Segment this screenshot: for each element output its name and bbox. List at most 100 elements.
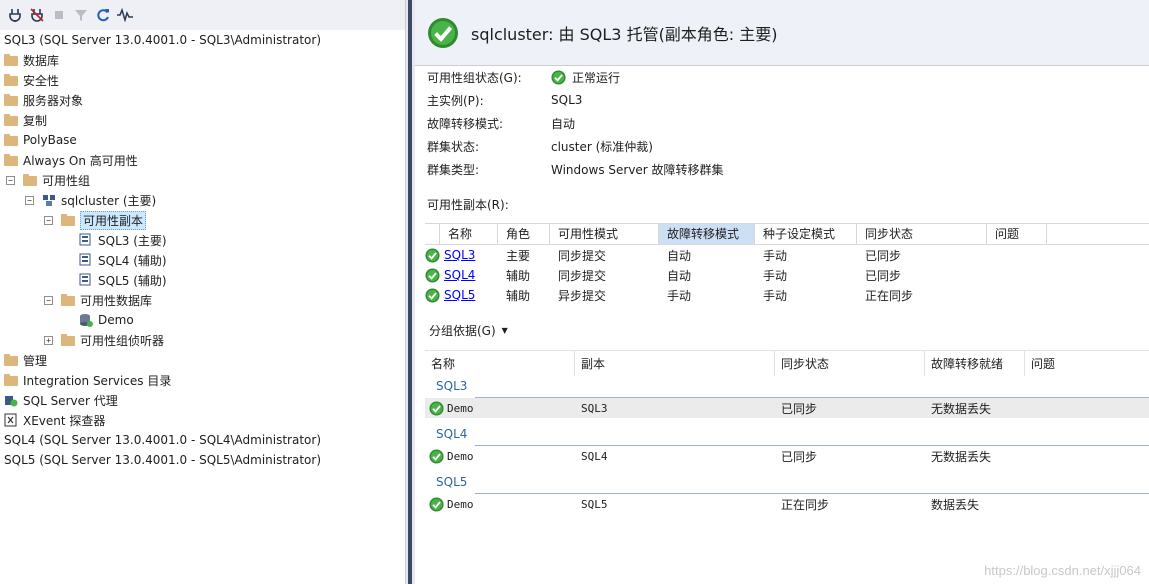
folder-icon <box>61 333 75 347</box>
folder-icon <box>4 373 18 387</box>
collapse-toggle[interactable]: − <box>6 175 15 185</box>
filter-icon[interactable] <box>72 6 90 24</box>
tree-item-listeners[interactable]: + 可用性组侦听器 <box>0 330 405 350</box>
group-label: SQL3 <box>436 379 472 393</box>
replicas-label: 可用性副本(R): <box>427 198 509 212</box>
cell: 自动 <box>667 268 692 283</box>
tree-item-db-demo[interactable]: Demo <box>0 310 405 330</box>
tree-server-sql3[interactable]: SQL3 (SQL Server 13.0.4001.0 - SQL3\Admi… <box>0 30 405 50</box>
group-label: SQL5 <box>436 475 472 489</box>
ok-icon <box>429 449 444 464</box>
ok-icon <box>429 497 444 512</box>
activity-monitor-icon[interactable] <box>116 6 134 24</box>
tree-item-ag-folder[interactable]: − 可用性组 <box>0 170 405 190</box>
tree-item-databases[interactable]: 数据库 <box>0 50 405 70</box>
database-row[interactable]: Demo SQL4 已同步 无数据丢失 <box>425 446 1149 466</box>
cell: 异步提交 <box>558 288 607 303</box>
object-explorer-toolbar <box>0 0 405 30</box>
prop-value: 正常运行 <box>572 70 621 85</box>
ok-icon <box>425 288 440 303</box>
tree-label: Demo <box>98 313 134 327</box>
disconnect-icon[interactable] <box>28 6 46 24</box>
tree-label: PolyBase <box>23 133 77 147</box>
connect-icon[interactable] <box>6 6 24 24</box>
tree-item-always-on[interactable]: Always On 高可用性 <box>0 150 405 170</box>
group-by-dropdown[interactable]: 分组依据(G) ▼ <box>429 322 508 339</box>
tree-item-replicas-folder[interactable]: − 可用性副本 <box>0 210 405 230</box>
replica-link[interactable]: SQL5 <box>440 288 498 302</box>
tree-item-db-folder[interactable]: − 可用性数据库 <box>0 290 405 310</box>
replica-row[interactable]: SQL4 辅助 同步提交 自动 手动 已同步 <box>425 265 1149 285</box>
tree-label: Always On 高可用性 <box>23 153 138 168</box>
prop-ag-state: 可用性组状态(G): 正常运行 <box>427 67 620 87</box>
col-header-replica[interactable]: 副本 <box>575 351 775 376</box>
tree-item-replica-sql5[interactable]: SQL5 (辅助) <box>0 270 405 290</box>
tree-item-ag[interactable]: − sqlcluster (主要) <box>0 190 405 210</box>
col-header-name[interactable]: 名称 <box>425 351 575 376</box>
collapse-toggle[interactable]: − <box>25 195 34 205</box>
ok-icon <box>425 248 440 263</box>
tree-item-replica-sql3[interactable]: SQL3 (主要) <box>0 230 405 250</box>
cell: 手动 <box>667 288 692 303</box>
database-row[interactable]: Demo SQL3 已同步 无数据丢失 <box>425 398 1149 418</box>
tree-label: 服务器对象 <box>23 93 84 108</box>
collapse-toggle[interactable]: − <box>44 215 53 225</box>
tree-server-sql5[interactable]: SQL5 (SQL Server 13.0.4001.0 - SQL5\Admi… <box>0 450 405 470</box>
tree-item-security[interactable]: 安全性 <box>0 70 405 90</box>
expand-toggle[interactable]: + <box>44 335 53 345</box>
folder-icon <box>4 113 18 127</box>
cell: SQL4 <box>581 449 608 463</box>
tree-item-server-objects[interactable]: 服务器对象 <box>0 90 405 110</box>
group-header-sql4[interactable]: SQL4 <box>425 424 1149 446</box>
cell: 已同步 <box>865 248 902 263</box>
tree-label: SQL4 (辅助) <box>98 253 167 268</box>
refresh-icon[interactable] <box>94 6 112 24</box>
prop-primary-instance: 主实例(P): SQL3 <box>427 90 582 110</box>
database-icon <box>79 313 93 327</box>
tree-item-replica-sql4[interactable]: SQL4 (辅助) <box>0 250 405 270</box>
tree-label-selected: 可用性副本 <box>80 210 147 230</box>
cell: 手动 <box>763 288 788 303</box>
tree-item-polybase[interactable]: PolyBase <box>0 130 405 150</box>
tree-item-management[interactable]: 管理 <box>0 350 405 370</box>
database-row[interactable]: Demo SQL5 正在同步 数据丢失 <box>425 494 1149 514</box>
stop-icon[interactable] <box>50 6 68 24</box>
xevent-profiler-icon <box>4 413 18 427</box>
col-header-issues[interactable]: 问题 <box>987 224 1047 244</box>
chevron-down-icon: ▼ <box>501 326 508 335</box>
col-header-name[interactable]: 名称 <box>440 224 498 244</box>
tree-item-xevent[interactable]: XEvent 探查器 <box>0 410 405 430</box>
col-header-sync-state[interactable]: 同步状态 <box>857 224 987 244</box>
col-header-seeding-mode[interactable]: 种子设定模式 <box>755 224 857 244</box>
cell: 辅助 <box>506 288 531 303</box>
tree-item-integration-services[interactable]: Integration Services 目录 <box>0 370 405 390</box>
folder-icon <box>4 73 18 87</box>
collapse-toggle[interactable]: − <box>44 295 53 305</box>
replica-icon <box>79 233 93 247</box>
col-header-sync-state[interactable]: 同步状态 <box>775 351 925 376</box>
tree-server-sql4[interactable]: SQL4 (SQL Server 13.0.4001.0 - SQL4\Admi… <box>0 430 405 450</box>
group-by-label: 分组依据(G) <box>429 324 496 338</box>
tree-label: XEvent 探查器 <box>23 413 106 428</box>
prop-value: Windows Server 故障转移群集 <box>551 162 724 177</box>
prop-key: 可用性组状态(G): <box>427 70 522 85</box>
col-header-failover-readiness[interactable]: 故障转移就绪 <box>925 351 1025 376</box>
group-header-sql3[interactable]: SQL3 <box>425 376 1149 398</box>
tree-label: SQL4 (SQL Server 13.0.4001.0 - SQL4\Admi… <box>4 433 321 447</box>
object-explorer: SQL3 (SQL Server 13.0.4001.0 - SQL3\Admi… <box>0 0 405 584</box>
col-header-issues[interactable]: 问题 <box>1025 351 1149 376</box>
cell: 辅助 <box>506 268 531 283</box>
replica-link[interactable]: SQL4 <box>440 268 498 282</box>
availability-group-icon <box>42 193 56 207</box>
replica-row[interactable]: SQL3 主要 同步提交 自动 手动 已同步 <box>425 245 1149 265</box>
col-header-availability-mode[interactable]: 可用性模式 <box>550 224 659 244</box>
panel-splitter[interactable] <box>405 0 415 584</box>
header-spacer <box>425 224 440 244</box>
col-header-role[interactable]: 角色 <box>498 224 550 244</box>
replica-row[interactable]: SQL5 辅助 异步提交 手动 手动 正在同步 <box>425 285 1149 305</box>
group-header-sql5[interactable]: SQL5 <box>425 472 1149 494</box>
replica-link[interactable]: SQL3 <box>440 248 498 262</box>
tree-item-agent[interactable]: SQL Server 代理 <box>0 390 405 410</box>
tree-item-replication[interactable]: 复制 <box>0 110 405 130</box>
col-header-failover-mode[interactable]: 故障转移模式 <box>659 224 755 244</box>
